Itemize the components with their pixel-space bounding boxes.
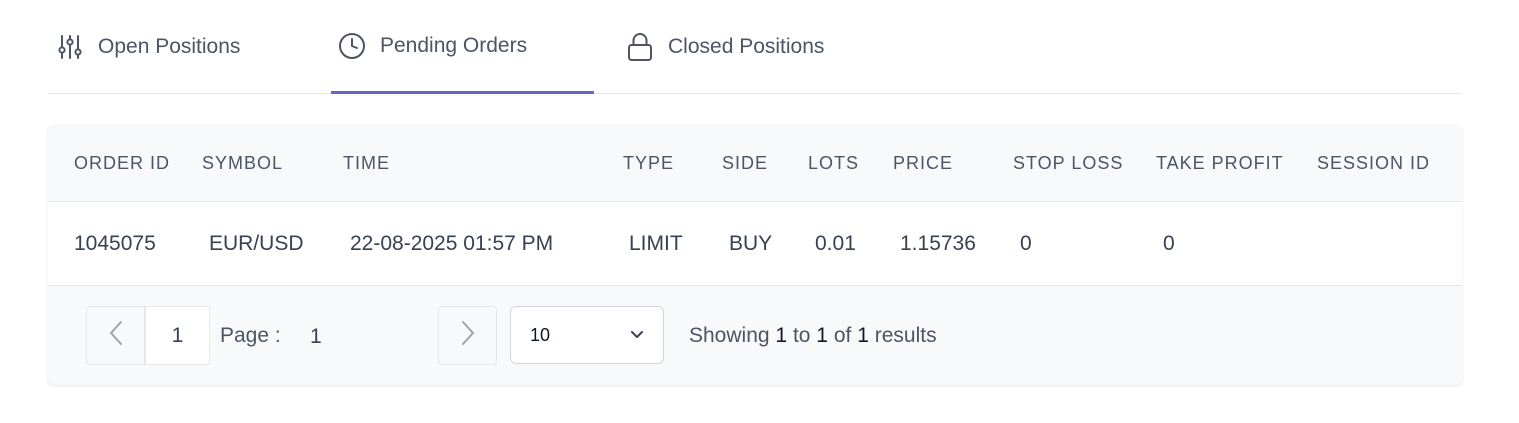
lock-icon — [626, 33, 654, 61]
column-header-lots: LOTS — [808, 153, 860, 173]
table-row[interactable]: 1045075 EUR/USD 22-08-2025 01:57 PM LIMI… — [48, 202, 1462, 286]
cell-stop-loss: 0 — [1020, 232, 1032, 255]
column-header-symbol: SYMBOL — [202, 153, 284, 173]
tab-open-positions[interactable]: Open Positions — [56, 0, 240, 94]
cell-type: LIMIT — [629, 232, 683, 255]
pending-orders-panel: Open Positions Pending Orders Closed Pos… — [0, 0, 1519, 423]
column-header-take-profit: TAKE PROFIT — [1156, 153, 1284, 173]
results-from: 1 — [775, 324, 788, 347]
page-label: Page : — [220, 324, 281, 347]
column-header-type: TYPE — [623, 153, 675, 173]
column-header-price: PRICE — [893, 153, 954, 173]
positions-tabs: Open Positions Pending Orders Closed Pos… — [48, 0, 1462, 94]
column-header-session-id: SESSION ID — [1317, 153, 1431, 173]
cell-take-profit: 0 — [1163, 232, 1175, 255]
cell-price: 1.15736 — [900, 232, 976, 255]
page-number-value: 1 — [310, 325, 322, 348]
to-text: to — [792, 324, 811, 347]
cell-side: BUY — [729, 232, 773, 255]
previous-page-button[interactable] — [86, 306, 145, 365]
results-summary: Showing 1 to 1 of 1 results — [689, 306, 937, 365]
cell-symbol: EUR/USD — [209, 232, 304, 255]
column-header-side: SIDE — [722, 153, 769, 173]
page-size-value: 10 — [530, 325, 551, 345]
column-header-stop-loss: STOP LOSS — [1013, 153, 1124, 173]
results-to: 1 — [816, 324, 828, 347]
page-size-select[interactable]: 10 — [510, 306, 664, 364]
column-header-time: TIME — [343, 153, 390, 173]
column-header-order-id: ORDER ID — [74, 153, 171, 173]
cell-lots: 0.01 — [815, 232, 856, 255]
sliders-icon — [56, 33, 84, 61]
results-text: results — [874, 324, 937, 347]
clock-icon — [338, 32, 366, 60]
tab-label: Open Positions — [98, 35, 241, 58]
table-header: ORDER ID SYMBOL TIME TYPE SIDE LOTS PRIC… — [48, 125, 1462, 202]
chevron-left-icon — [109, 320, 123, 351]
next-page-button[interactable] — [438, 306, 497, 365]
showing-text: Showing — [689, 324, 770, 347]
tab-label: Pending Orders — [380, 33, 528, 57]
results-total: 1 — [857, 324, 869, 347]
pagination: 1 Page : 1 10 Showing 1 to 1 of 1 result… — [48, 286, 1462, 385]
of-text: of — [833, 324, 852, 347]
chevron-down-icon — [629, 327, 645, 348]
tab-label: Closed Positions — [668, 35, 825, 58]
orders-table: ORDER ID SYMBOL TIME TYPE SIDE LOTS PRIC… — [48, 125, 1462, 385]
cell-time: 22-08-2025 01:57 PM — [350, 232, 554, 255]
current-page-box[interactable]: 1 — [145, 306, 210, 365]
chevron-right-icon — [461, 320, 475, 351]
tab-closed-positions[interactable]: Closed Positions — [626, 0, 824, 94]
cell-order-id: 1045075 — [74, 232, 156, 255]
tab-pending-orders[interactable]: Pending Orders — [331, 0, 594, 94]
